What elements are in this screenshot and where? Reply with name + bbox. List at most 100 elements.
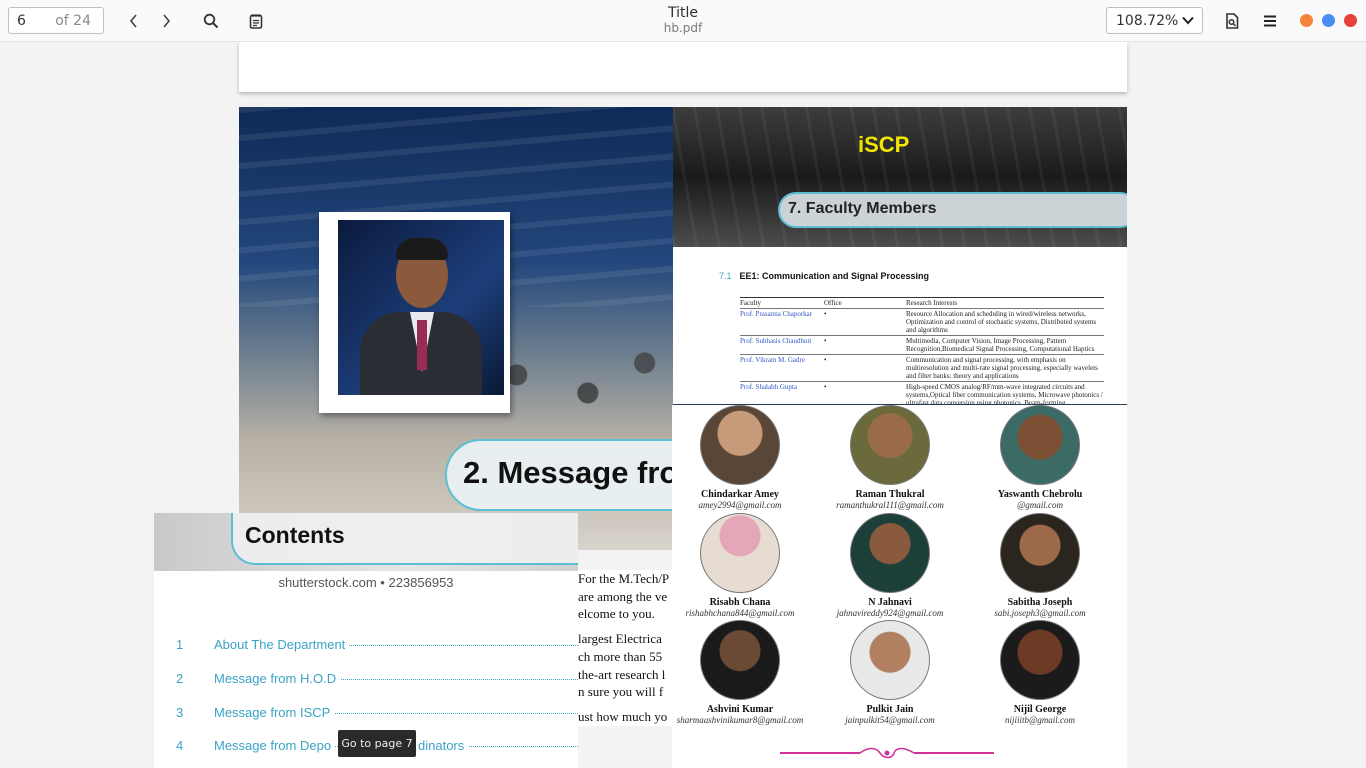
student-email: ramanthukral111@gmail.com	[836, 500, 944, 510]
student-card: Ashvini Kumar sharmaashvinikumar8@gmail.…	[665, 620, 815, 725]
student-card: Raman Thukral ramanthukral111@gmail.com	[815, 405, 965, 510]
faculty-table-header: Faculty Office Research Interests	[740, 298, 1104, 309]
student-card: Pulkit Jain jainpulkit54@gmail.com	[815, 620, 965, 725]
faculty-banner-image: iSCP 7. Faculty Members	[673, 107, 1127, 247]
student-photo	[1000, 513, 1080, 593]
faculty-name-link[interactable]: Prof. Shalabh Gupta	[740, 383, 824, 404]
document-filename: hb.pdf	[663, 21, 703, 35]
student-email: jahnavireddy924@gmail.com	[836, 608, 944, 618]
document-properties-button[interactable]	[1219, 8, 1245, 34]
student-name: Risabh Chana	[709, 597, 771, 608]
subsection-number: 7.1	[719, 271, 732, 281]
minimize-window-button[interactable]	[1300, 14, 1313, 27]
table-row: Prof. Prasanna Chaporkar • Resource Allo…	[740, 309, 1104, 336]
toc-number: 1	[176, 637, 184, 652]
decorative-divider	[780, 747, 994, 759]
annotations-icon	[249, 14, 263, 29]
document-viewer[interactable]: 2. Message fro iSCP 7. Faculty Members 7…	[0, 42, 1366, 768]
faculty-name-link[interactable]: Prof. Vikram M. Gadre	[740, 356, 824, 380]
student-email: @gmail.com	[1016, 500, 1064, 510]
portrait-tie	[417, 320, 427, 370]
header-faculty: Faculty	[740, 299, 761, 307]
student-name: Pulkit Jain	[866, 704, 914, 715]
student-email: amey2994@gmail.com	[698, 500, 782, 510]
menu-button[interactable]	[1257, 8, 1283, 34]
student-photo	[850, 620, 930, 700]
faculty-members-overlay: iSCP 7. Faculty Members 7.1 EE1: Communic…	[673, 107, 1127, 404]
image-watermark: shutterstock.com • 223856953	[278, 575, 454, 590]
pdf-page-5	[239, 42, 1127, 92]
faculty-table: Faculty Office Research Interests Prof. …	[740, 297, 1104, 404]
student-photo	[1000, 405, 1080, 485]
page-number-input[interactable]: 6 of 24	[8, 7, 104, 34]
student-email: sharmaashvinikumar8@gmail.com	[676, 715, 804, 725]
faculty-subsection-heading: 7.1 EE1: Communication and Signal Process…	[719, 271, 929, 281]
student-email: nijiiitb@gmail.com	[1004, 715, 1076, 725]
toc-label[interactable]: About The Department	[214, 637, 350, 652]
faculty-interests: Communication and signal processing, wit…	[906, 356, 1098, 380]
maximize-window-button[interactable]	[1322, 14, 1335, 27]
student-email: sabi.joseph3@gmail.com	[994, 608, 1086, 618]
student-photo	[700, 620, 780, 700]
hod-portrait	[319, 212, 510, 413]
previous-page-button[interactable]	[121, 8, 147, 34]
faculty-office: •	[824, 310, 827, 318]
page-number-value[interactable]: 6	[17, 13, 26, 29]
toc-entry-3[interactable]: 3 Message from ISCP	[154, 705, 578, 725]
header-office: Office	[824, 299, 842, 307]
page-count: of 24	[55, 13, 91, 29]
body-line: n sure you will f	[578, 684, 664, 700]
faculty-office: •	[824, 383, 827, 391]
search-icon	[203, 13, 219, 29]
table-row: Prof. Subhasis Chaudhuri • Multimedia, C…	[740, 336, 1104, 355]
portrait-hair	[396, 238, 448, 260]
header-research-interests: Research Interests	[906, 299, 958, 307]
toc-label[interactable]: Message from Depo	[214, 738, 336, 753]
table-row: Prof. Shalabh Gupta • High-speed CMOS an…	[740, 382, 1104, 404]
body-line: are among the ve	[578, 588, 668, 604]
student-card: Yaswanth Chebrolu @gmail.com	[965, 405, 1115, 510]
chevron-left-icon	[129, 14, 137, 28]
body-line	[578, 623, 672, 630]
document-title: Title hb.pdf	[583, 5, 783, 36]
toc-label[interactable]: Message from ISCP	[214, 705, 335, 720]
zoom-select[interactable]: 108.72%	[1106, 7, 1203, 34]
faculty-interests: Multimedia, Computer Vision, Image Proce…	[906, 337, 1095, 353]
annotations-button[interactable]	[243, 8, 269, 34]
student-representatives-overlay: Chindarkar Amey amey2994@gmail.com Raman…	[672, 405, 1127, 768]
toc-label[interactable]: Message from H.O.D	[214, 671, 341, 686]
faculty-office: •	[824, 337, 827, 345]
body-line: largest Electrica	[578, 631, 662, 647]
student-photo	[700, 405, 780, 485]
next-page-button[interactable]	[153, 8, 179, 34]
close-window-button[interactable]	[1344, 14, 1357, 27]
student-photo	[1000, 620, 1080, 700]
chevron-right-icon	[163, 14, 171, 28]
student-name: Chindarkar Amey	[701, 489, 779, 500]
body-line: the-art research l	[578, 666, 666, 682]
zoom-value: 108.72%	[1116, 13, 1179, 29]
link-tooltip: Go to page 7	[338, 730, 416, 757]
student-card: Risabh Chana rishabhchana844@gmail.com	[665, 513, 815, 618]
faculty-name-link[interactable]: Prof. Subhasis Chaudhuri	[740, 337, 824, 353]
portrait-photo	[338, 220, 504, 395]
subsection-title: EE1: Communication and Signal Processing	[739, 271, 930, 281]
student-photo	[850, 405, 930, 485]
student-card: N Jahnavi jahnavireddy924@gmail.com	[815, 513, 965, 618]
body-line	[578, 701, 672, 708]
student-email: jainpulkit54@gmail.com	[845, 715, 935, 725]
toolbar: 6 of 24 Title hb.pdf 108.72%	[0, 0, 1366, 42]
toc-entry-2[interactable]: 2 Message from H.O.D	[154, 671, 578, 691]
faculty-name-link[interactable]: Prof. Prasanna Chaporkar	[740, 310, 824, 334]
search-button[interactable]	[198, 8, 224, 34]
message-body-text: For the M.Tech/P are among the ve elcome…	[578, 570, 672, 726]
toc-number: 4	[176, 738, 184, 753]
toc-entry-1[interactable]: 1 About The Department	[154, 637, 578, 657]
student-photo	[700, 513, 780, 593]
toc-number: 3	[176, 705, 184, 720]
student-photo	[850, 513, 930, 593]
body-line: ust how much yo	[578, 708, 668, 724]
toc-label-continued[interactable]: dinators	[416, 738, 469, 753]
document-properties-icon	[1226, 13, 1239, 29]
faculty-interests: Resource Allocation and scheduling in wi…	[906, 310, 1097, 334]
